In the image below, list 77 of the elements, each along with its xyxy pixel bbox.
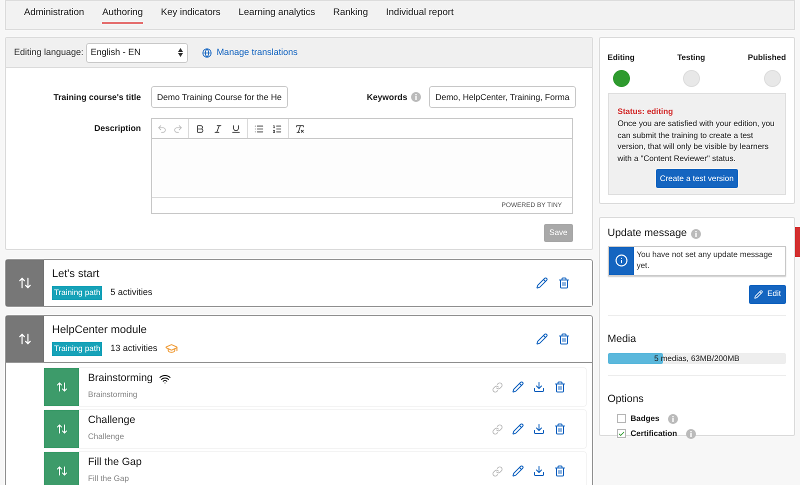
- nav-tab[interactable]: Ranking: [333, 6, 368, 24]
- edit-icon[interactable]: [512, 465, 524, 477]
- delete-icon[interactable]: [554, 381, 566, 393]
- step-label: Editing: [608, 52, 635, 64]
- bullet-list-icon[interactable]: [254, 124, 264, 134]
- create-test-version-button[interactable]: Create a test version: [656, 169, 738, 188]
- language-select[interactable]: English - EN: [86, 42, 188, 62]
- bold-icon[interactable]: [195, 124, 205, 134]
- underline-icon[interactable]: [231, 124, 241, 134]
- field-label: Description: [93, 122, 142, 135]
- numbered-list-icon[interactable]: [272, 124, 282, 134]
- edit-icon[interactable]: [536, 277, 548, 289]
- option-label: Certification: [630, 428, 678, 440]
- status-heading: Status: editing: [618, 106, 674, 118]
- delete-icon[interactable]: [554, 465, 566, 477]
- edit-icon[interactable]: [536, 333, 548, 345]
- section-title: Options: [608, 392, 644, 405]
- delete-icon[interactable]: [558, 333, 570, 345]
- module-tag: Training path: [52, 342, 102, 356]
- step-label: Published: [748, 52, 786, 64]
- italic-icon[interactable]: [213, 124, 223, 134]
- download-icon[interactable]: [532, 423, 544, 435]
- activity-type: Fill the Gap: [88, 472, 130, 485]
- field-label: Training course's title: [52, 90, 142, 104]
- activity-count: 13 activities: [110, 342, 158, 355]
- manage-translations-link[interactable]: Manage translations: [216, 46, 298, 60]
- info-icon: [614, 254, 628, 268]
- edit-icon[interactable]: [512, 381, 524, 393]
- title-input[interactable]: Demo Training Course for the He: [151, 86, 288, 108]
- info-icon: [668, 414, 678, 424]
- pencil-icon: [754, 290, 764, 299]
- activity-title: Brainstorming: [88, 371, 153, 386]
- checkbox[interactable]: [616, 429, 626, 438]
- activity-count: 5 activities: [110, 286, 152, 299]
- drag-icon: [18, 276, 32, 290]
- info-icon: [411, 92, 422, 102]
- message-text: You have not set any update message yet.: [636, 248, 774, 272]
- drag-handle[interactable]: [44, 368, 79, 406]
- activity-title: Fill the Gap: [88, 455, 142, 470]
- edit-icon[interactable]: [512, 423, 524, 435]
- nav-tab[interactable]: Administration: [24, 6, 84, 24]
- nav-tab[interactable]: Key indicators: [160, 6, 221, 24]
- drag-handle[interactable]: [6, 316, 44, 362]
- field-label: Keywords: [366, 90, 408, 104]
- section-title: Media: [608, 332, 636, 345]
- section-title: Update message: [608, 226, 687, 241]
- keywords-input[interactable]: Demo, HelpCenter, Training, Forma: [429, 86, 576, 108]
- drag-icon: [56, 381, 68, 393]
- checkbox[interactable]: [616, 414, 626, 424]
- drag-handle[interactable]: [6, 260, 44, 306]
- nav-tab[interactable]: Individual report: [386, 6, 454, 24]
- delete-icon[interactable]: [558, 277, 570, 289]
- language-label: Editing language:: [14, 46, 84, 59]
- select-arrows-icon: [178, 48, 183, 57]
- drag-handle[interactable]: [44, 452, 79, 485]
- info-icon: [690, 228, 701, 239]
- activity-title: Challenge: [88, 413, 136, 428]
- module-title: HelpCenter module: [52, 323, 148, 338]
- nav-tab[interactable]: Authoring: [102, 6, 143, 24]
- drag-icon: [56, 465, 68, 477]
- module-title: Let's start: [52, 267, 100, 282]
- option-label: Badges: [630, 412, 660, 425]
- clear-format-icon[interactable]: [295, 124, 305, 134]
- drag-icon: [18, 332, 32, 346]
- delete-icon[interactable]: [554, 423, 566, 435]
- download-icon[interactable]: [532, 465, 544, 477]
- module-tag: Training path: [52, 286, 102, 300]
- drag-handle[interactable]: [44, 410, 79, 448]
- edit-button[interactable]: Edit: [749, 284, 786, 304]
- activity-type: Brainstorming: [88, 388, 138, 401]
- globe-icon: [202, 48, 212, 58]
- status-description: Once you are satisfied with your edition, you can submit the training to create a test version, that will only be visible by learners with a "Content Reviewer" status.: [618, 118, 776, 164]
- nav-tab[interactable]: Learning analytics: [238, 6, 316, 24]
- activity-type: Challenge: [88, 430, 126, 443]
- step-label: Testing: [677, 52, 706, 64]
- download-icon[interactable]: [532, 381, 544, 393]
- drag-icon: [56, 423, 68, 435]
